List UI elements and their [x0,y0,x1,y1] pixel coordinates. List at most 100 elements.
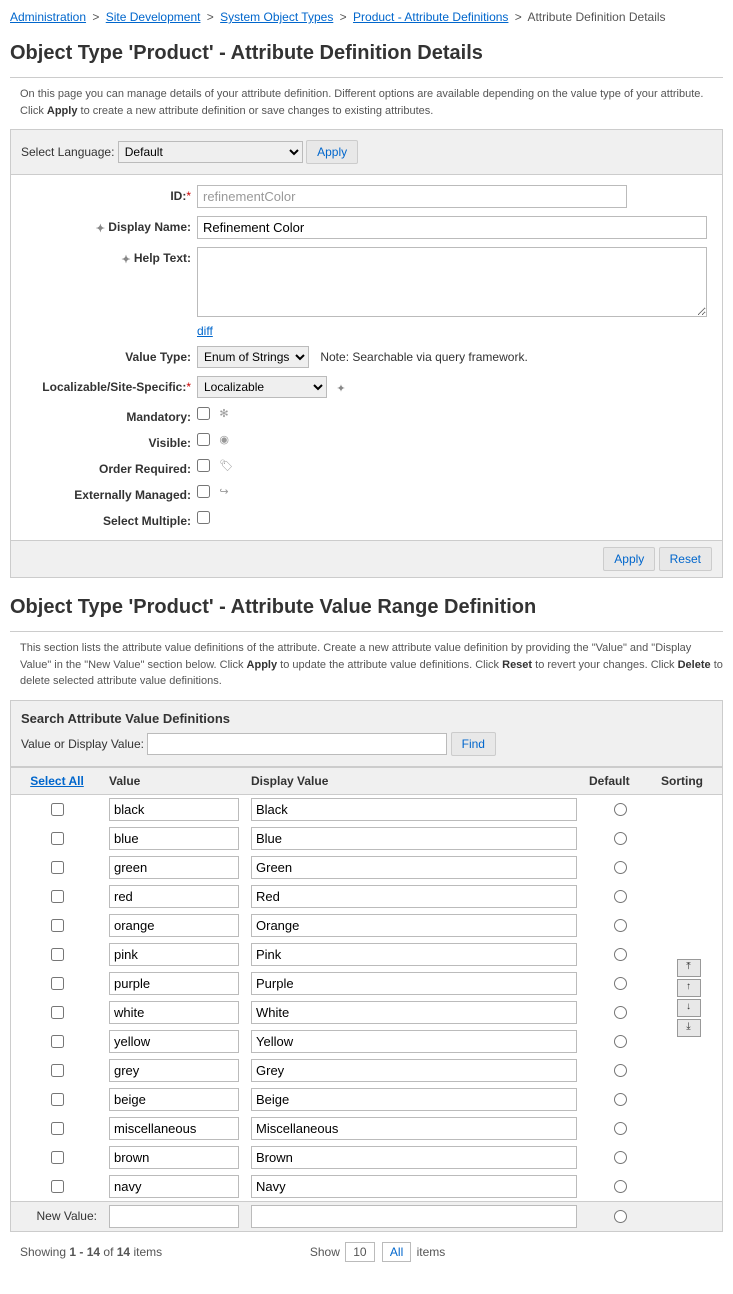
diff-link[interactable]: diff [197,324,213,338]
apply-language-button[interactable]: Apply [306,140,358,164]
sort-top-button[interactable]: ⤒ [677,959,701,977]
row-default-radio[interactable] [614,977,627,990]
row-select-checkbox[interactable] [51,1064,64,1077]
row-display-input[interactable] [251,972,577,995]
crumb-link[interactable]: Administration [10,10,86,24]
find-button[interactable]: Find [451,732,496,756]
row-default-radio[interactable] [614,1064,627,1077]
crumb-link[interactable]: Site Development [106,10,201,24]
search-input[interactable] [147,733,447,755]
row-default-radio[interactable] [614,1006,627,1019]
row-select-checkbox[interactable] [51,977,64,990]
table-row [11,911,722,940]
row-display-input[interactable] [251,1146,577,1169]
table-row [11,882,722,911]
row-display-input[interactable] [251,1117,577,1140]
localizable-select[interactable]: Localizable [197,376,327,398]
tag-icon: 🏷 [219,460,233,472]
id-field[interactable] [197,185,627,208]
row-select-checkbox[interactable] [51,1006,64,1019]
attribute-form-panel: Select Language: Default Apply ID:* ✦ Di… [10,129,723,578]
visible-checkbox[interactable] [197,433,210,446]
row-display-input[interactable] [251,943,577,966]
sort-down-button[interactable]: ↓ [677,999,701,1017]
row-value-input[interactable] [109,943,239,966]
row-default-radio[interactable] [614,948,627,961]
row-default-radio[interactable] [614,1122,627,1135]
new-display-input[interactable] [251,1205,577,1228]
select-multiple-checkbox[interactable] [197,511,210,524]
new-default-radio[interactable] [614,1210,627,1223]
table-row [11,1114,722,1143]
row-value-input[interactable] [109,827,239,850]
row-select-checkbox[interactable] [51,1035,64,1048]
row-display-input[interactable] [251,1175,577,1198]
row-value-input[interactable] [109,1117,239,1140]
row-default-radio[interactable] [614,890,627,903]
reset-button[interactable]: Reset [659,547,712,571]
row-value-input[interactable] [109,1030,239,1053]
row-select-checkbox[interactable] [51,803,64,816]
row-default-radio[interactable] [614,861,627,874]
order-required-checkbox[interactable] [197,459,210,472]
row-display-input[interactable] [251,1030,577,1053]
select-language[interactable]: Default [118,141,303,163]
crumb-link[interactable]: Product - Attribute Definitions [353,10,508,24]
row-display-input[interactable] [251,827,577,850]
row-select-checkbox[interactable] [51,1180,64,1193]
row-display-input[interactable] [251,798,577,821]
page-size-all[interactable]: All [382,1242,411,1262]
row-select-checkbox[interactable] [51,1093,64,1106]
externally-managed-checkbox[interactable] [197,485,210,498]
row-display-input[interactable] [251,1059,577,1082]
row-select-checkbox[interactable] [51,832,64,845]
sort-up-button[interactable]: ↑ [677,979,701,997]
row-default-radio[interactable] [614,832,627,845]
row-select-checkbox[interactable] [51,948,64,961]
crumb-link[interactable]: System Object Types [220,10,333,24]
row-value-input[interactable] [109,1059,239,1082]
row-display-input[interactable] [251,914,577,937]
row-display-input[interactable] [251,1001,577,1024]
select-all-link[interactable]: Select All [30,774,84,788]
row-select-checkbox[interactable] [51,919,64,932]
row-default-radio[interactable] [614,1151,627,1164]
row-select-checkbox[interactable] [51,1151,64,1164]
sort-bottom-button[interactable]: ⤓ [677,1019,701,1037]
value-type-note: Note: Searchable via query framework. [320,350,527,364]
page-size-10[interactable]: 10 [345,1242,374,1262]
table-row [11,853,722,882]
display-name-field[interactable] [197,216,707,239]
mandatory-checkbox[interactable] [197,407,210,420]
row-select-checkbox[interactable] [51,890,64,903]
row-default-radio[interactable] [614,1180,627,1193]
help-text-field[interactable] [197,247,707,317]
table-row [11,969,722,998]
row-value-input[interactable] [109,914,239,937]
new-value-label: New Value: [11,1201,103,1231]
row-select-checkbox[interactable] [51,861,64,874]
row-display-input[interactable] [251,1088,577,1111]
row-display-input[interactable] [251,885,577,908]
row-value-input[interactable] [109,885,239,908]
row-value-input[interactable] [109,798,239,821]
row-value-input[interactable] [109,1001,239,1024]
row-default-radio[interactable] [614,1035,627,1048]
row-value-input[interactable] [109,972,239,995]
value-type-select[interactable]: Enum of Strings [197,346,309,368]
row-value-input[interactable] [109,1146,239,1169]
new-value-input[interactable] [109,1205,239,1228]
row-default-radio[interactable] [614,803,627,816]
external-icon: ↪ [219,486,228,498]
row-value-input[interactable] [109,1088,239,1111]
row-value-input[interactable] [109,856,239,879]
row-value-input[interactable] [109,1175,239,1198]
select-language-label: Select Language: [21,145,114,159]
apply-button[interactable]: Apply [603,547,655,571]
table-row: ⤒↑↓⤓ [11,794,722,824]
row-default-radio[interactable] [614,919,627,932]
row-default-radio[interactable] [614,1093,627,1106]
row-display-input[interactable] [251,856,577,879]
row-select-checkbox[interactable] [51,1122,64,1135]
table-row [11,940,722,969]
